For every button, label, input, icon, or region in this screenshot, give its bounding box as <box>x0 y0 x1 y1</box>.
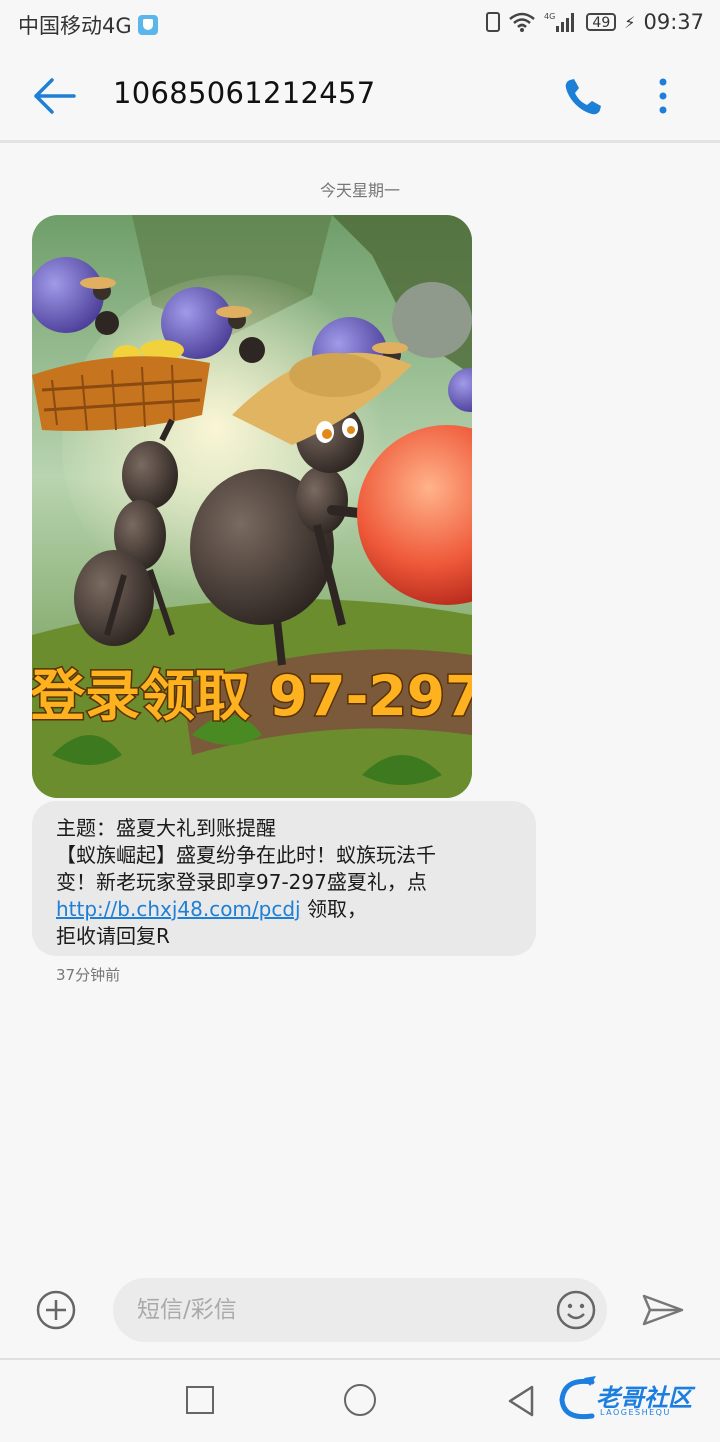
nav-back-button[interactable] <box>506 1384 536 1422</box>
phone-icon <box>565 79 601 115</box>
charging-icon: ⚡ <box>624 12 636 32</box>
message-body-line: 【蚁族崛起】盛夏纷争在此时！蚁族玩法千 <box>56 843 436 867</box>
vibrate-icon <box>486 12 501 32</box>
recents-button[interactable] <box>186 1386 214 1414</box>
message-body-line: 变！新老玩家登录即享97-297盛夏礼，点 <box>56 870 427 894</box>
triangle-back-icon <box>508 1385 534 1417</box>
message-body-text: 领取， <box>300 897 367 921</box>
banner-text: 登录领取 97-297 <box>32 664 472 728</box>
carrier-label: 中国移动4G <box>18 14 132 38</box>
dragon-icon <box>559 1376 596 1420</box>
more-vert-icon <box>659 78 667 114</box>
battery-icon: 49 <box>586 13 617 31</box>
message-link[interactable]: http://b.chxj48.com/pcdj <box>56 897 301 921</box>
attach-button[interactable] <box>36 1290 76 1330</box>
message-body-line: 拒收请回复R <box>56 924 170 948</box>
conversation-header: 10685061212457 <box>0 48 720 143</box>
smiley-icon <box>556 1290 596 1330</box>
home-button[interactable] <box>344 1384 376 1416</box>
message-input[interactable]: 短信/彩信 <box>113 1278 607 1342</box>
message-timestamp: 37分钟前 <box>56 966 121 984</box>
back-button[interactable] <box>30 74 80 118</box>
more-options-button[interactable] <box>650 74 676 120</box>
date-separator: 今天星期一 <box>319 181 400 200</box>
message-subject: 主题：盛夏大礼到账提醒 <box>56 816 276 840</box>
watermark-logo: 老哥社区 LAOGESHEQU <box>556 1372 708 1428</box>
back-arrow-icon <box>34 78 76 114</box>
contact-number: 10685061212457 <box>113 76 376 110</box>
watermark-subtext: LAOGESHEQU <box>600 1408 671 1417</box>
emoji-button[interactable] <box>556 1290 596 1330</box>
status-bar: 中国移动4G 4G 49 ⚡ 09:37 <box>0 0 720 48</box>
plus-circle-icon <box>36 1290 76 1330</box>
battery-level: 49 <box>592 15 611 31</box>
send-icon <box>642 1294 684 1326</box>
clock: 09:37 <box>643 10 704 34</box>
wifi-icon <box>508 11 536 33</box>
compose-bar: 短信/彩信 <box>0 1278 720 1344</box>
message-bubble[interactable]: 主题：盛夏大礼到账提醒 【蚁族崛起】盛夏纷争在此时！蚁族玩法千 变！新老玩家登录… <box>32 801 536 956</box>
net-type-label: 4G <box>544 12 555 21</box>
shield-icon <box>137 15 158 35</box>
navigation-bar: 老哥社区 LAOGESHEQU <box>0 1358 720 1442</box>
mms-image[interactable]: 登录领取 97-297 <box>32 215 472 798</box>
send-button[interactable] <box>640 1290 686 1330</box>
signal-icon: 4G <box>544 11 578 33</box>
input-placeholder: 短信/彩信 <box>137 1297 237 1323</box>
call-button[interactable] <box>560 74 606 120</box>
